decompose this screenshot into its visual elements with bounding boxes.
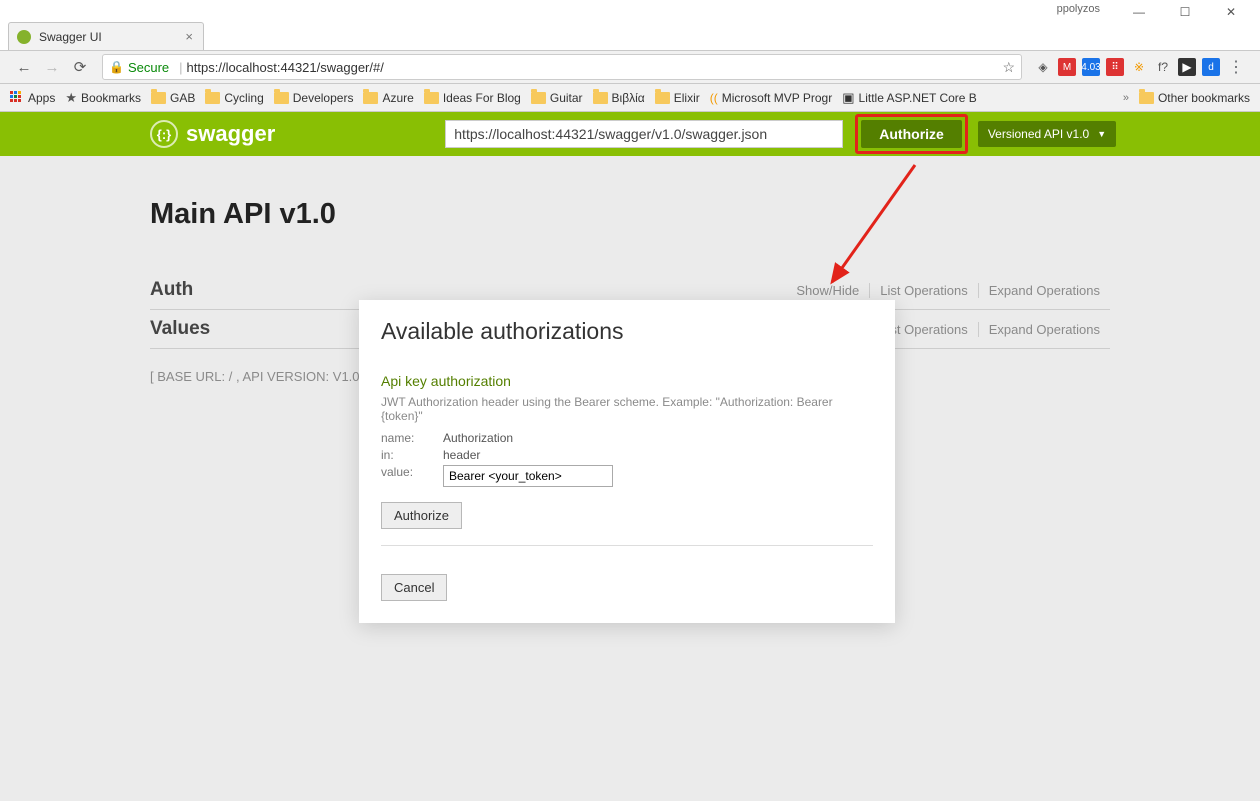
page-title: Main API v1.0 [150, 198, 1110, 231]
swagger-url-input[interactable] [445, 120, 843, 148]
modal-divider [381, 545, 873, 546]
bm-folder-cycling[interactable]: Cycling [205, 91, 263, 105]
extensions-row: ◈ M 4.03 ⠿ ※ f? ▶ d [1034, 58, 1220, 76]
section-title: Auth [150, 279, 193, 301]
secure-label: Secure [128, 60, 169, 75]
modal-cancel-button[interactable]: Cancel [381, 574, 447, 601]
bm-folder-developers[interactable]: Developers [274, 91, 354, 105]
bookmarks-label: Bookmarks [81, 91, 141, 105]
url-text: https://localhost:44321/swagger/#/ [187, 60, 384, 75]
window-titlebar: ppolyzos — ☐ ✕ [0, 0, 1260, 20]
apps-button[interactable]: Apps [10, 91, 55, 105]
bookmark-star-icon[interactable]: ☆ [1002, 59, 1015, 76]
folder-icon [274, 92, 289, 104]
favicon-icon [17, 30, 31, 44]
window-close[interactable]: ✕ [1208, 2, 1254, 22]
authorize-highlight: Authorize [855, 114, 968, 154]
book-icon: ▣ [842, 90, 854, 106]
bm-folder-books[interactable]: Βιβλία [593, 91, 645, 105]
window-minimize[interactable]: — [1116, 2, 1162, 22]
back-button[interactable]: ← [12, 55, 36, 79]
mvp-icon: (( [710, 91, 718, 105]
bookmarks-star[interactable]: ★ Bookmarks [65, 90, 141, 106]
bm-folder-guitar[interactable]: Guitar [531, 91, 583, 105]
ext-d-icon[interactable]: d [1202, 58, 1220, 76]
ext-gmail-icon[interactable]: M [1058, 58, 1076, 76]
op-list[interactable]: List Operations [870, 283, 978, 298]
tab-title: Swagger UI [39, 30, 102, 44]
label-in: in: [381, 448, 443, 462]
folder-icon [424, 92, 439, 104]
bm-folder-ideas[interactable]: Ideas For Blog [424, 91, 521, 105]
lock-icon: 🔒 [109, 60, 124, 74]
folder-icon [1139, 92, 1154, 104]
op-expand[interactable]: Expand Operations [979, 322, 1110, 337]
bm-folder-azure[interactable]: Azure [363, 91, 413, 105]
op-showhide[interactable]: Show/Hide [786, 283, 870, 298]
version-select[interactable]: Versioned API v1.0 ▼ [978, 121, 1116, 147]
browser-menu[interactable]: ⋮ [1224, 55, 1248, 79]
version-label: Versioned API v1.0 [988, 127, 1089, 141]
ext-pin-icon[interactable]: ◈ [1034, 58, 1052, 76]
apps-grid-icon [10, 91, 24, 105]
overflow-chevron-icon[interactable]: » [1123, 92, 1129, 104]
ext-play-icon[interactable]: ▶ [1178, 58, 1196, 76]
tab-close-icon[interactable]: × [183, 29, 195, 44]
ext-leaf-icon[interactable]: ※ [1130, 58, 1148, 76]
modal-description: JWT Authorization header using the Beare… [381, 395, 873, 423]
modal-section: Api key authorization [381, 373, 873, 389]
token-input[interactable] [443, 465, 613, 487]
op-expand[interactable]: Expand Operations [979, 283, 1110, 298]
bm-aspnet[interactable]: ▣Little ASP.NET Core B [842, 90, 977, 106]
bm-folder-elixir[interactable]: Elixir [655, 91, 700, 105]
bm-folder-gab[interactable]: GAB [151, 91, 195, 105]
other-bookmarks[interactable]: Other bookmarks [1139, 91, 1250, 105]
folder-icon [655, 92, 670, 104]
window-maximize[interactable]: ☐ [1162, 2, 1208, 22]
browser-tab[interactable]: Swagger UI × [8, 22, 204, 50]
label-value: value: [381, 465, 443, 487]
browser-toolbar: ← → ⟳ 🔒 Secure | https://localhost:44321… [0, 50, 1260, 84]
folder-icon [205, 92, 220, 104]
reload-button[interactable]: ⟳ [68, 55, 92, 79]
ext-grid-icon[interactable]: ⠿ [1106, 58, 1124, 76]
address-bar[interactable]: 🔒 Secure | https://localhost:44321/swagg… [102, 54, 1022, 80]
bm-mvp[interactable]: ((Microsoft MVP Progr [710, 91, 832, 105]
swagger-brand: swagger [186, 121, 275, 147]
value-name: Authorization [443, 431, 513, 445]
forward-button[interactable]: → [40, 55, 64, 79]
bookmarks-bar: Apps ★ Bookmarks GAB Cycling Developers … [0, 84, 1260, 112]
swagger-logo[interactable]: {:} swagger [150, 120, 275, 148]
label-name: name: [381, 431, 443, 445]
window-user: ppolyzos [1057, 3, 1100, 15]
value-in: header [443, 448, 480, 462]
chevron-down-icon: ▼ [1097, 129, 1106, 139]
swagger-header: {:} swagger Authorize Versioned API v1.0… [0, 112, 1260, 156]
url-separator: | [179, 60, 182, 75]
authorize-button[interactable]: Authorize [861, 120, 962, 148]
swagger-logo-icon: {:} [150, 120, 178, 148]
modal-title: Available authorizations [381, 318, 873, 345]
section-title: Values [150, 318, 210, 340]
folder-icon [151, 92, 166, 104]
browser-tab-strip: Swagger UI × [0, 20, 1260, 50]
modal-authorize-button[interactable]: Authorize [381, 502, 462, 529]
star-icon: ★ [65, 90, 77, 106]
ext-f-icon[interactable]: f? [1154, 58, 1172, 76]
authorize-modal: Available authorizations Api key authori… [359, 300, 895, 623]
ext-cal-icon[interactable]: 4.03 [1082, 58, 1100, 76]
folder-icon [363, 92, 378, 104]
apps-label: Apps [28, 91, 55, 105]
folder-icon [531, 92, 546, 104]
folder-icon [593, 92, 608, 104]
